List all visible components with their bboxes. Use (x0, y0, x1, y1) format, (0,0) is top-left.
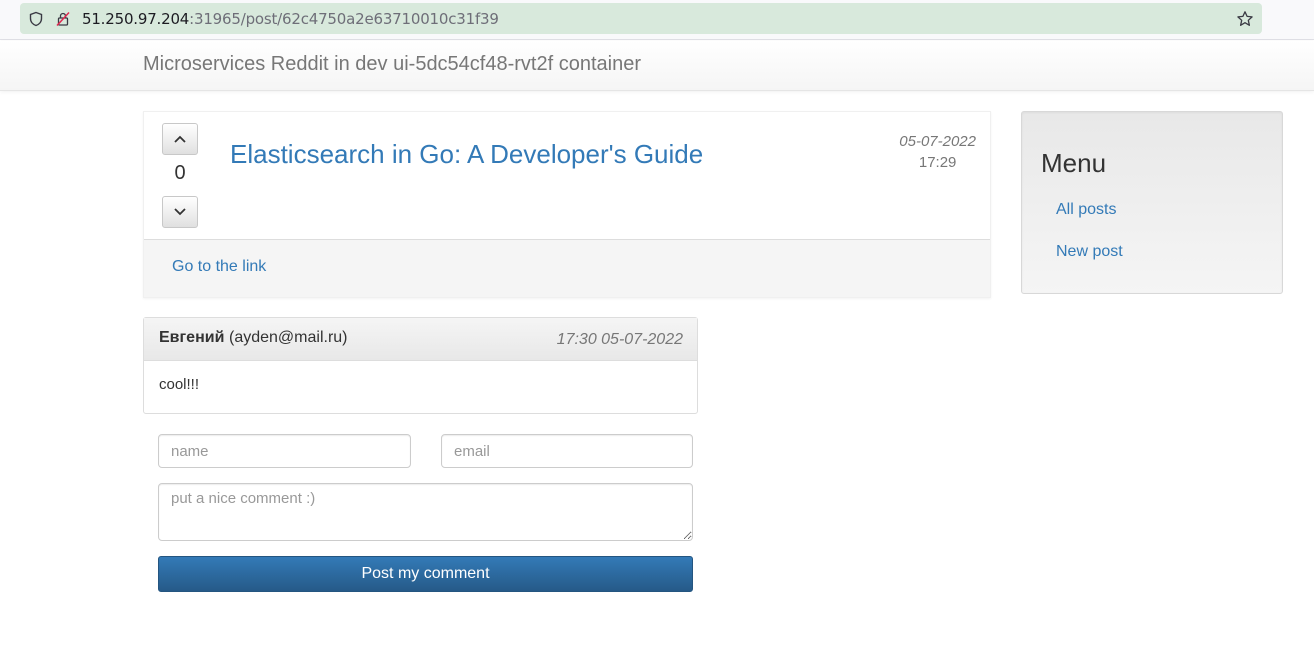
post-title[interactable]: Elasticsearch in Go: A Developer's Guide (230, 139, 703, 170)
sidebar-menu: Menu All posts New post (1021, 111, 1283, 294)
shield-icon[interactable] (28, 11, 44, 27)
comment-card: Евгений (ayden@mail.ru) 17:30 05-07-2022… (143, 317, 698, 414)
sidebar-item-all-posts[interactable]: All posts (1056, 201, 1116, 219)
url-host: 51.250.97.204 (82, 10, 190, 28)
url-path: :31965/post/62c4750a2e63710010c31f39 (189, 10, 499, 28)
sidebar-item-new-post[interactable]: New post (1056, 243, 1123, 261)
navbar: Microservices Reddit in dev ui-5dc54cf48… (0, 41, 1314, 91)
post-footer: Go to the link (144, 239, 990, 297)
bookmark-star-icon[interactable] (1236, 10, 1254, 28)
insecure-lock-icon[interactable] (55, 11, 71, 27)
sidebar-title: Menu (1041, 148, 1107, 178)
comment-timestamp: 17:30 05-07-2022 (556, 331, 683, 348)
go-to-link[interactable]: Go to the link (172, 258, 266, 276)
comment-author: Евгений (159, 329, 225, 346)
comment-email: (ayden@mail.ru) (229, 329, 348, 346)
chevron-down-icon (174, 208, 186, 216)
address-bar[interactable]: 51.250.97.204:31965/post/62c4750a2e63710… (20, 3, 1262, 34)
email-input[interactable] (441, 434, 693, 468)
downvote-button[interactable] (162, 196, 198, 228)
browser-toolbar: 51.250.97.204:31965/post/62c4750a2e63710… (0, 0, 1314, 40)
name-input[interactable] (158, 434, 411, 468)
comment-header: Евгений (ayden@mail.ru) 17:30 05-07-2022 (144, 318, 697, 361)
vote-count: 0 (174, 162, 186, 184)
post-time: 17:29 (918, 154, 957, 171)
navbar-brand[interactable]: Microservices Reddit in dev ui-5dc54cf48… (143, 53, 641, 76)
comment-textarea[interactable] (158, 483, 693, 541)
post-panel: 0 Elasticsearch in Go: A Developer's Gui… (143, 111, 991, 298)
post-timestamp: 05-07-2022 17:29 (899, 133, 976, 171)
post-date: 05-07-2022 (899, 133, 976, 150)
post-comment-button[interactable]: Post my comment (158, 556, 693, 592)
url-text[interactable]: 51.250.97.204:31965/post/62c4750a2e63710… (82, 10, 499, 28)
comment-body: cool!!! (159, 376, 200, 393)
chevron-up-icon (174, 135, 186, 143)
upvote-button[interactable] (162, 123, 198, 155)
